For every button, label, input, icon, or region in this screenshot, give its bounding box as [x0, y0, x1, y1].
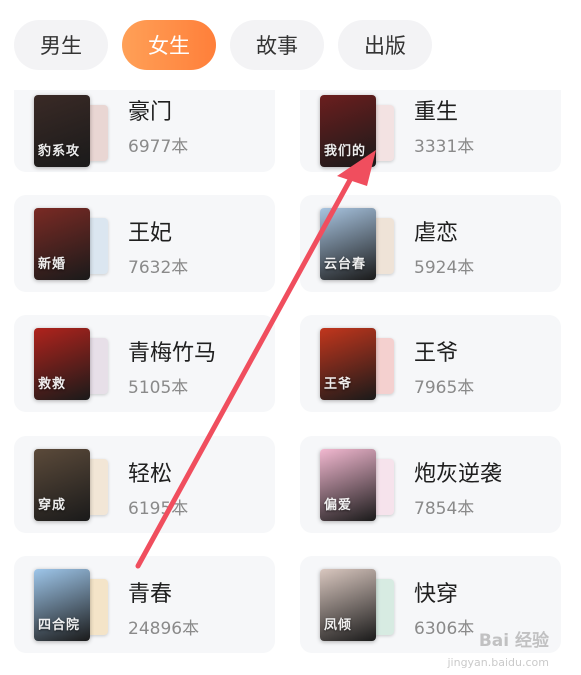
watermark: Bai 经验 — [478, 631, 549, 651]
arrow-head — [337, 150, 376, 186]
arrow-shaft — [135, 177, 353, 569]
watermark-url: jingyan.baidu.com — [447, 656, 549, 669]
annotation-arrow — [135, 150, 376, 569]
